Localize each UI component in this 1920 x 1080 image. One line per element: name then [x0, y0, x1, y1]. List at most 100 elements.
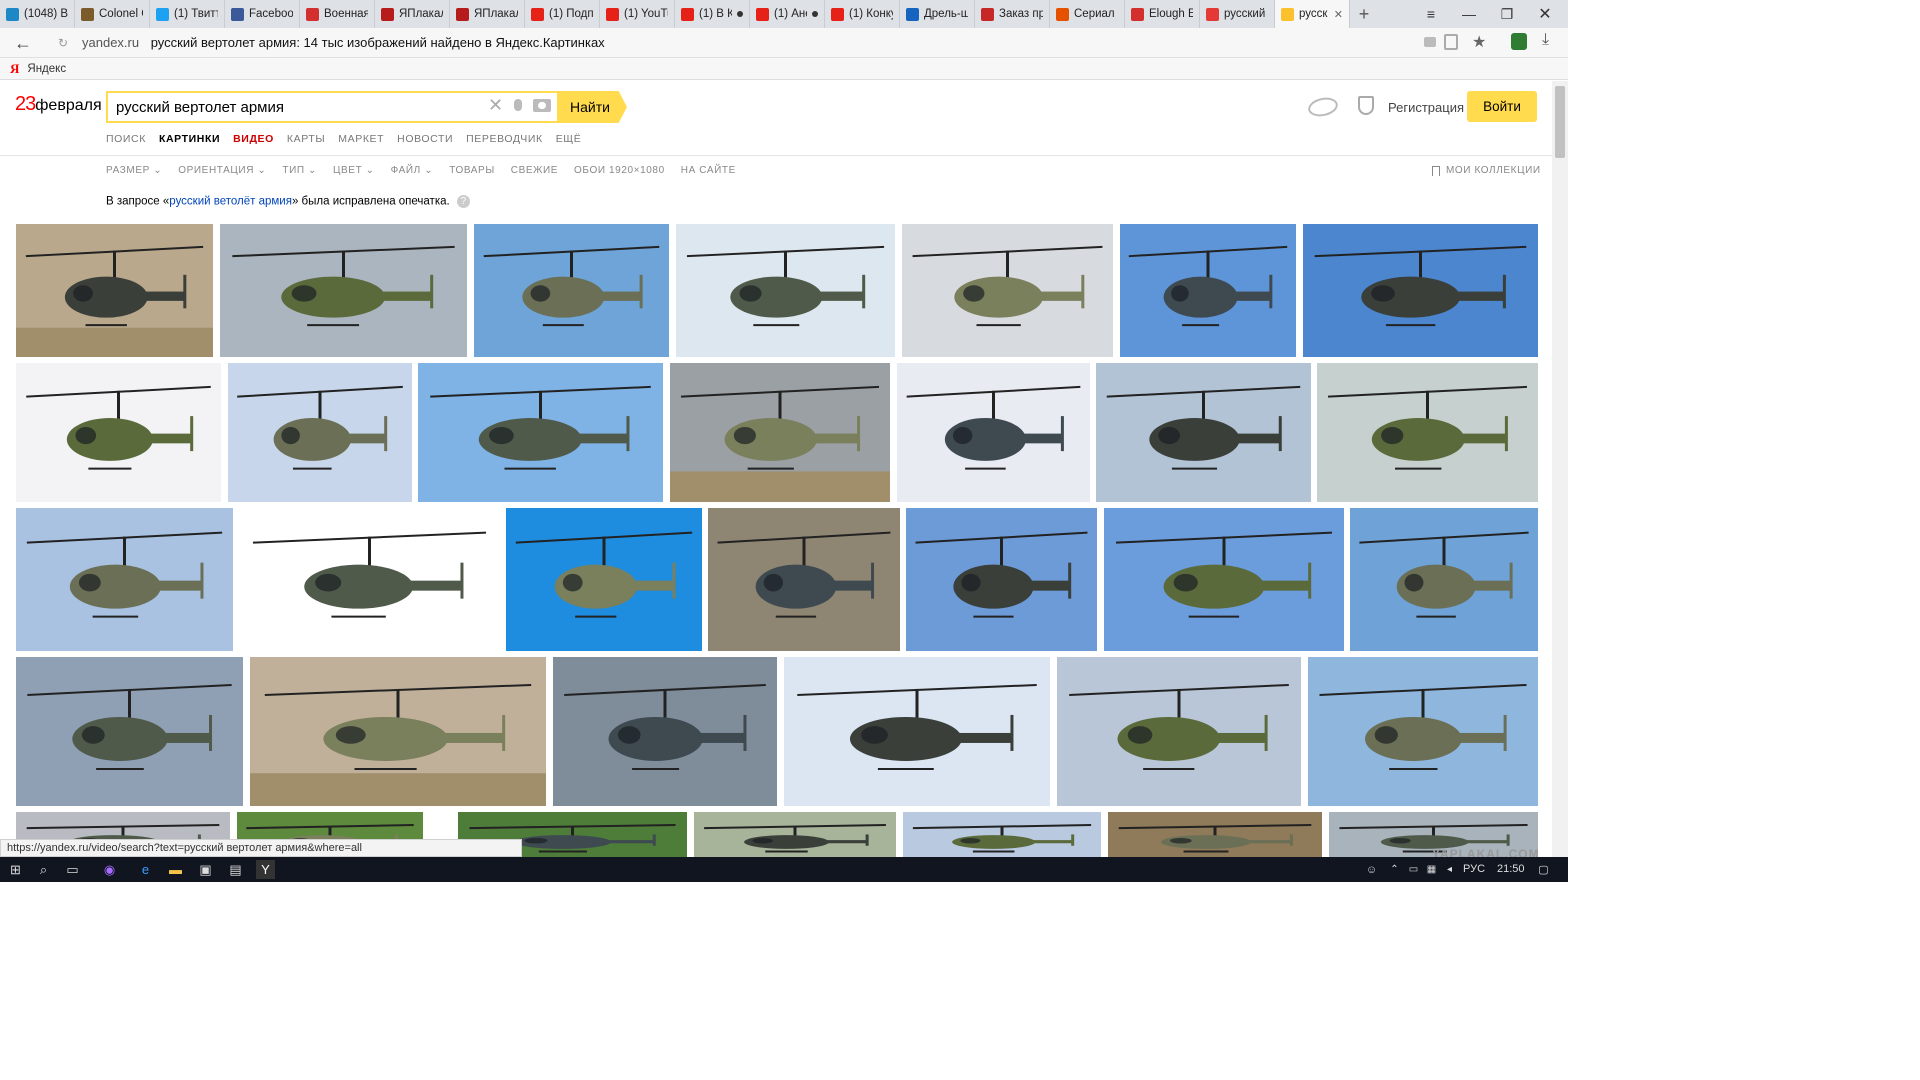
- browser-tab[interactable]: (1) В К: [675, 0, 750, 28]
- browser-tab[interactable]: (1) Ане: [750, 0, 825, 28]
- bookmark-yandex[interactable]: Я Яндекс: [10, 61, 66, 77]
- image-thumbnail[interactable]: [553, 657, 777, 806]
- image-thumbnail[interactable]: [240, 508, 499, 651]
- browser-tab[interactable]: русский: [1200, 0, 1275, 28]
- browser-tab[interactable]: (1) Конку: [825, 0, 900, 28]
- image-thumbnail[interactable]: [16, 224, 213, 357]
- browser-tab[interactable]: (1) YouTu: [600, 0, 675, 28]
- image-thumbnail[interactable]: [1057, 657, 1301, 806]
- image-thumbnail[interactable]: [1308, 657, 1538, 806]
- image-thumbnail[interactable]: [16, 363, 221, 502]
- order-icon: [981, 7, 994, 21]
- task-view-icon[interactable]: ▭: [63, 860, 82, 879]
- youtube-icon: [531, 7, 544, 21]
- url-field[interactable]: yandex.ru русский вертолет армия: 14 тыс…: [82, 35, 605, 50]
- reload-icon[interactable]: ↻: [58, 36, 68, 50]
- image-thumbnail[interactable]: [250, 657, 546, 806]
- image-thumbnail[interactable]: [1096, 363, 1311, 502]
- tab-title: Elough E: [1149, 8, 1193, 20]
- new-tab-button[interactable]: +: [1350, 0, 1378, 28]
- helicopter-photo: [704, 823, 886, 853]
- protect-shield-icon[interactable]: [1511, 33, 1527, 50]
- tab-list: (1048) Вх Colonel C (1) Твитте Facebook Воен…: [0, 0, 1350, 28]
- image-thumbnail[interactable]: [1104, 508, 1344, 651]
- image-thumbnail[interactable]: [903, 812, 1101, 857]
- windows-start-icon[interactable]: ⊞: [6, 860, 25, 879]
- scrollbar[interactable]: [1552, 81, 1568, 857]
- image-thumbnail[interactable]: [506, 508, 702, 651]
- bookmark-star-icon[interactable]: ★: [1472, 32, 1486, 52]
- file-explorer-icon[interactable]: ▬: [166, 860, 185, 879]
- browser-tab[interactable]: русск ✕: [1275, 0, 1350, 28]
- close-window-button[interactable]: ✕: [1526, 0, 1564, 28]
- close-tab-icon[interactable]: ✕: [1334, 8, 1343, 21]
- tab-title: Colonel C: [99, 8, 143, 20]
- store-icon[interactable]: ▣: [196, 860, 215, 879]
- minimize-button[interactable]: —: [1450, 0, 1488, 28]
- hourglass-icon: [81, 7, 94, 21]
- drill-icon: [906, 7, 919, 21]
- search-icon[interactable]: ⌕: [34, 860, 53, 879]
- scrollbar-thumb[interactable]: [1555, 86, 1565, 158]
- bookmarks-bar: Я Яндекс: [0, 58, 1568, 80]
- yandex-mail-icon: [6, 7, 19, 21]
- browser-tab[interactable]: Elough E: [1125, 0, 1200, 28]
- network-icon[interactable]: ▦: [1422, 860, 1441, 879]
- volume-icon[interactable]: ◂: [1440, 860, 1459, 879]
- image-thumbnail[interactable]: [897, 363, 1090, 502]
- browser-tab[interactable]: Дрель-ш: [900, 0, 975, 28]
- menu-icon[interactable]: ≡: [1412, 0, 1450, 28]
- image-thumbnail[interactable]: [670, 363, 890, 502]
- helicopter-photo: [915, 531, 1088, 618]
- cortana-icon[interactable]: ◉: [100, 860, 119, 879]
- bookmark-label: Яндекс: [27, 63, 67, 75]
- reader-icon[interactable]: [1444, 34, 1458, 50]
- image-thumbnail[interactable]: [784, 657, 1050, 806]
- people-icon[interactable]: ☺: [1362, 860, 1381, 879]
- browser-tab[interactable]: Сериал Ч: [1050, 0, 1125, 28]
- helicopter-photo: [1319, 683, 1527, 770]
- back-icon[interactable]: ←: [14, 33, 36, 53]
- image-thumbnail[interactable]: [708, 508, 900, 651]
- browser-tab[interactable]: Facebook: [225, 0, 300, 28]
- helicopter-photo: [1115, 531, 1333, 618]
- edge-icon[interactable]: e: [136, 860, 155, 879]
- message-icon[interactable]: [1424, 37, 1436, 47]
- image-thumbnail[interactable]: [228, 363, 412, 502]
- helicopter-photo: [912, 823, 1092, 853]
- browser-tab[interactable]: Военная: [300, 0, 375, 28]
- browser-tab[interactable]: ЯПлакал: [450, 0, 525, 28]
- browser-tab[interactable]: Заказ пр: [975, 0, 1050, 28]
- image-thumbnail[interactable]: [418, 363, 663, 502]
- tab-title: (1) Конку: [849, 8, 893, 20]
- helicopter-photo: [1106, 385, 1301, 470]
- yandex-browser-icon[interactable]: Y: [256, 860, 275, 879]
- image-thumbnail[interactable]: [1350, 508, 1538, 651]
- image-thumbnail[interactable]: [220, 224, 467, 357]
- image-thumbnail[interactable]: [474, 224, 669, 357]
- restore-button[interactable]: ❐: [1488, 0, 1526, 28]
- tray-chevron-icon[interactable]: ⌃: [1385, 860, 1404, 879]
- tab-title: русск: [1299, 8, 1328, 20]
- image-thumbnail[interactable]: [16, 508, 233, 651]
- notification-icon[interactable]: ▢: [1534, 860, 1553, 879]
- image-thumbnail[interactable]: [16, 657, 243, 806]
- calculator-icon[interactable]: ▤: [226, 860, 245, 879]
- audio-indicator-icon: [812, 11, 818, 17]
- download-icon[interactable]: ⤓: [1542, 31, 1549, 49]
- image-thumbnail[interactable]: [902, 224, 1113, 357]
- image-thumbnail[interactable]: [1108, 812, 1322, 857]
- image-thumbnail[interactable]: [1317, 363, 1538, 502]
- image-thumbnail[interactable]: [676, 224, 895, 357]
- image-thumbnail[interactable]: [694, 812, 896, 857]
- language-indicator[interactable]: РУС: [1463, 863, 1485, 875]
- browser-tab[interactable]: ЯПлакал: [375, 0, 450, 28]
- browser-tab[interactable]: (1) Подп: [525, 0, 600, 28]
- image-thumbnail[interactable]: [1303, 224, 1538, 357]
- browser-tab[interactable]: Colonel C: [75, 0, 150, 28]
- image-thumbnail[interactable]: [1120, 224, 1296, 357]
- browser-tab[interactable]: (1048) Вх: [0, 0, 75, 28]
- image-thumbnail[interactable]: [906, 508, 1097, 651]
- helicopter-photo: [483, 245, 660, 327]
- browser-tab[interactable]: (1) Твитте: [150, 0, 225, 28]
